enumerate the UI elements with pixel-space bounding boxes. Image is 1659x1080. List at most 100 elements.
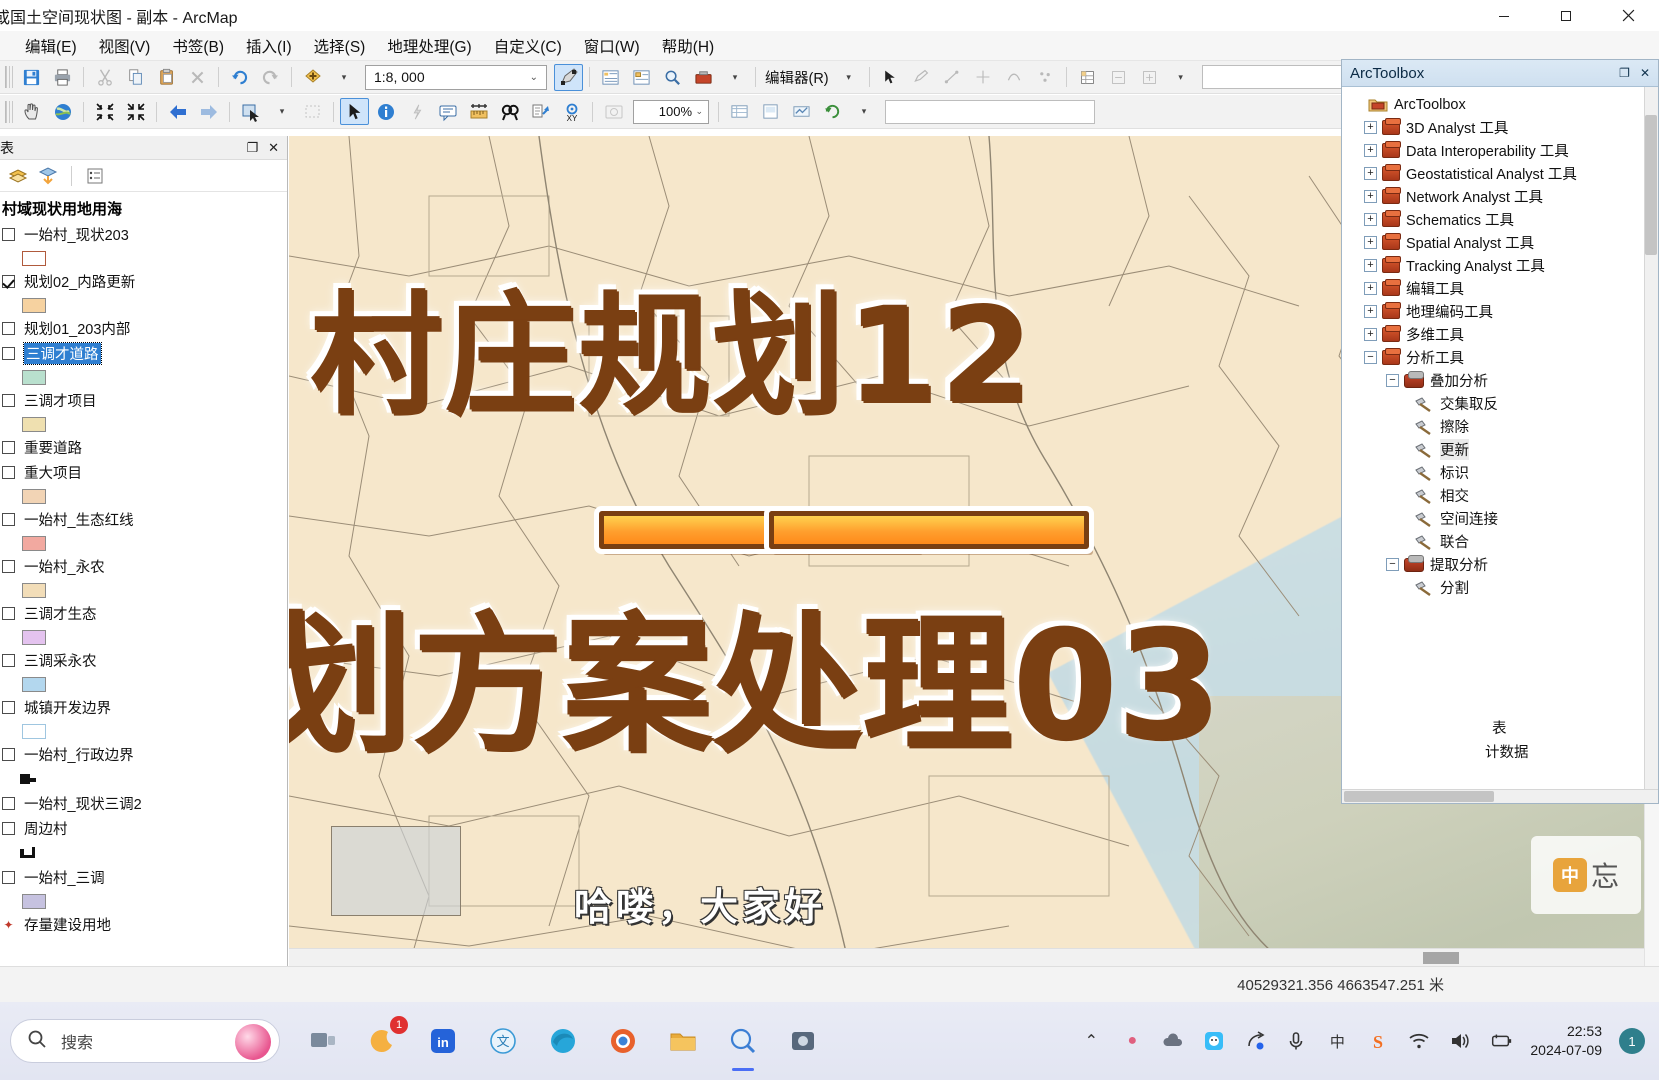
layer-symbol[interactable] <box>0 247 287 269</box>
scrollbar-thumb[interactable] <box>1645 115 1657 255</box>
meeting-app-icon[interactable] <box>1202 1029 1226 1053</box>
edit-tool-icon[interactable] <box>876 64 905 91</box>
show-hidden-icons-icon[interactable]: ⌃ <box>1079 1029 1103 1053</box>
toolbox-item-analysis-tools[interactable]: − 分析工具 <box>1346 346 1658 369</box>
taskbar-translate-icon[interactable]: 文 <box>482 1020 524 1062</box>
refresh-view-icon[interactable] <box>818 98 847 125</box>
tool-union[interactable]: 联合 <box>1346 530 1658 553</box>
menu-selection[interactable]: 选择(S) <box>303 32 377 60</box>
toc-layer-row[interactable]: 三调采永农 <box>0 648 287 673</box>
menu-insert[interactable]: 插入(I) <box>235 32 303 60</box>
toc-layer-row-selected[interactable]: 三调才道路 <box>0 341 287 366</box>
data-view-icon[interactable] <box>787 98 816 125</box>
layer-symbol[interactable] <box>0 413 287 435</box>
toc-close-icon[interactable]: ✕ <box>268 140 279 156</box>
tree-expander[interactable]: + <box>1364 167 1377 180</box>
occluded-item-label-1[interactable]: 表 <box>1492 717 1507 738</box>
menu-customize[interactable]: 自定义(C) <box>483 32 573 60</box>
toc-layer-row[interactable]: 重大项目 <box>0 460 287 485</box>
toc-layer-row[interactable]: 一始村_现状三调2 <box>0 791 287 816</box>
pan-icon[interactable] <box>17 98 46 125</box>
find-icon[interactable] <box>495 98 524 125</box>
layer-visibility-checkbox[interactable] <box>2 322 15 335</box>
tree-expander[interactable]: + <box>1364 213 1377 226</box>
layer-symbol[interactable] <box>0 841 287 865</box>
share-icon[interactable] <box>1243 1029 1267 1053</box>
tree-expander[interactable]: + <box>1364 236 1377 249</box>
taskbar-task-view-icon[interactable] <box>302 1020 344 1062</box>
layout-view-icon[interactable] <box>756 98 785 125</box>
layer-visibility-checkbox[interactable] <box>2 797 15 810</box>
toolbox-item-multidimension-tools[interactable]: + 多维工具 <box>1346 323 1658 346</box>
layer-symbol[interactable] <box>0 626 287 648</box>
maximize-button[interactable] <box>1535 0 1597 31</box>
layer-symbol[interactable] <box>0 767 287 791</box>
go-to-xy-icon[interactable]: XY <box>557 98 586 125</box>
redo-icon[interactable] <box>256 64 285 91</box>
tool-intersect[interactable]: 相交 <box>1346 484 1658 507</box>
list-by-drawing-order-icon[interactable] <box>6 164 30 188</box>
battery-icon[interactable] <box>1489 1029 1513 1053</box>
toc-layer-row[interactable]: 一始村_永农 <box>0 554 287 579</box>
add-data-icon[interactable] <box>298 64 327 91</box>
catalog-window-icon[interactable] <box>627 64 656 91</box>
sogou-ime-icon[interactable]: S <box>1366 1029 1390 1053</box>
arctoolbox-close-icon[interactable]: ✕ <box>1640 66 1650 80</box>
menu-view[interactable]: 视图(V) <box>88 32 162 60</box>
layer-symbol[interactable] <box>0 294 287 316</box>
tools-input-box[interactable] <box>885 99 1095 124</box>
layer-visibility-checkbox[interactable] <box>2 560 15 573</box>
tool-symmetrical-difference[interactable]: 交集取反 <box>1346 392 1658 415</box>
copy-icon[interactable] <box>121 64 150 91</box>
taskbar-weather-icon[interactable]: 1 <box>362 1016 408 1062</box>
layer-visibility-checkbox[interactable] <box>2 228 15 241</box>
occluded-item-label-2[interactable]: 计数据 <box>1485 741 1529 762</box>
cut-icon[interactable] <box>90 64 119 91</box>
tree-expander[interactable]: + <box>1364 121 1377 134</box>
delete-icon[interactable] <box>183 64 212 91</box>
paste-icon[interactable] <box>152 64 181 91</box>
layer-symbol[interactable] <box>0 366 287 388</box>
taskbar-arcmap-icon[interactable] <box>722 1020 764 1062</box>
editor-menu-dropdown[interactable]: ▾ <box>834 64 863 91</box>
table-of-contents-icon[interactable] <box>596 64 625 91</box>
straight-segment-icon[interactable] <box>938 64 967 91</box>
print-icon[interactable] <box>48 64 77 91</box>
editor-menu-label[interactable]: 编辑器(R) <box>761 67 833 88</box>
toolbox-item-spatial-analyst[interactable]: + Spatial Analyst 工具 <box>1346 231 1658 254</box>
construct-points-icon[interactable] <box>1031 64 1060 91</box>
layer-visibility-checkbox[interactable] <box>2 822 15 835</box>
list-by-selection-icon[interactable] <box>83 164 107 188</box>
more-views-dropdown[interactable]: ▾ <box>849 98 878 125</box>
toolbox-item-editing-tools[interactable]: + 编辑工具 <box>1346 277 1658 300</box>
layer-visibility-checkbox[interactable] <box>2 441 15 454</box>
zoom-percent-combo[interactable]: 100% ⌄ <box>633 99 709 124</box>
map-horizontal-scrollbar[interactable] <box>289 948 1644 966</box>
map-scale-combo[interactable]: 1:8, 000 ⌄ <box>365 64 547 90</box>
toc-layer-row[interactable]: 一始村_三调 <box>0 865 287 890</box>
clear-selection-icon[interactable] <box>298 98 327 125</box>
attributes-icon[interactable] <box>1073 64 1102 91</box>
list-by-source-icon[interactable] <box>36 164 60 188</box>
toc-layer-row[interactable]: 一始村_行政边界 <box>0 742 287 767</box>
taskbar-clock[interactable]: 22:53 2024-07-09 <box>1530 1022 1602 1060</box>
minimize-button[interactable] <box>1473 0 1535 31</box>
tool-update[interactable]: 更新 <box>1346 438 1658 461</box>
tool-spatial-join[interactable]: 空间连接 <box>1346 507 1658 530</box>
tree-expander[interactable]: − <box>1364 351 1377 364</box>
midpoint-icon[interactable] <box>969 64 998 91</box>
tool-identity[interactable]: 标识 <box>1346 461 1658 484</box>
back-extent-icon[interactable] <box>163 98 192 125</box>
toc-maximize-icon[interactable]: ❐ <box>246 140 258 156</box>
record-indicator-icon[interactable]: ● <box>1120 1029 1144 1053</box>
sketch-properties-icon[interactable] <box>1104 64 1133 91</box>
undo-icon[interactable] <box>225 64 254 91</box>
layer-visibility-checkbox[interactable] <box>2 466 15 479</box>
zoom-out-icon[interactable] <box>90 98 119 125</box>
toolbox-item-tracking-analyst[interactable]: + Tracking Analyst 工具 <box>1346 254 1658 277</box>
layer-visibility-checkbox[interactable] <box>2 701 15 714</box>
scrollbar-thumb[interactable] <box>1344 791 1494 802</box>
add-data-dropdown[interactable]: ▾ <box>329 64 358 91</box>
tree-expander[interactable]: + <box>1364 328 1377 341</box>
toc-layer-row[interactable]: 重要道路 <box>0 435 287 460</box>
